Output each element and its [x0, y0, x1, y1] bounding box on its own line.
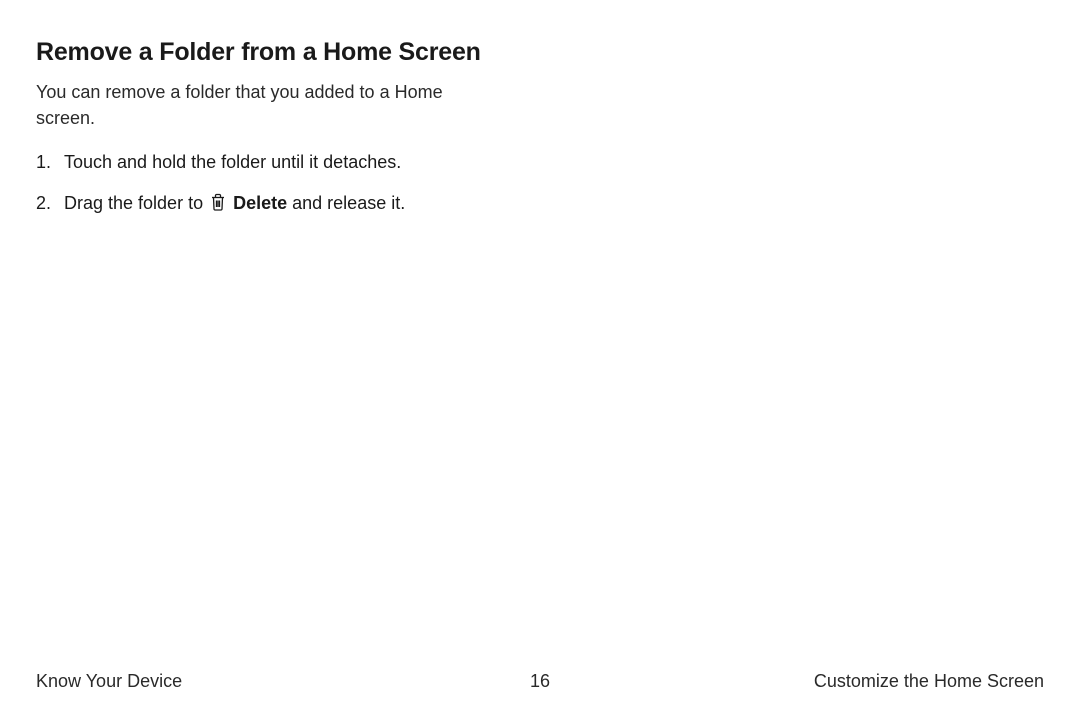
intro-paragraph: You can remove a folder that you added t…	[36, 79, 456, 131]
step-text-prefix: Drag the folder to	[64, 193, 208, 213]
step-item: Drag the folder to Delete and release it…	[36, 190, 1044, 219]
trash-icon	[210, 192, 226, 219]
footer-right: Customize the Home Screen	[814, 671, 1044, 692]
step-text-bold: Delete	[233, 193, 287, 213]
footer-left: Know Your Device	[36, 671, 182, 692]
step-text: Touch and hold the folder until it detac…	[64, 152, 401, 172]
page-number: 16	[530, 671, 550, 692]
step-item: Touch and hold the folder until it detac…	[36, 149, 1044, 176]
steps-list: Touch and hold the folder until it detac…	[36, 149, 1044, 219]
step-text-suffix: and release it.	[287, 193, 405, 213]
section-heading: Remove a Folder from a Home Screen	[36, 38, 1044, 67]
page-footer: Know Your Device 16 Customize the Home S…	[36, 671, 1044, 692]
